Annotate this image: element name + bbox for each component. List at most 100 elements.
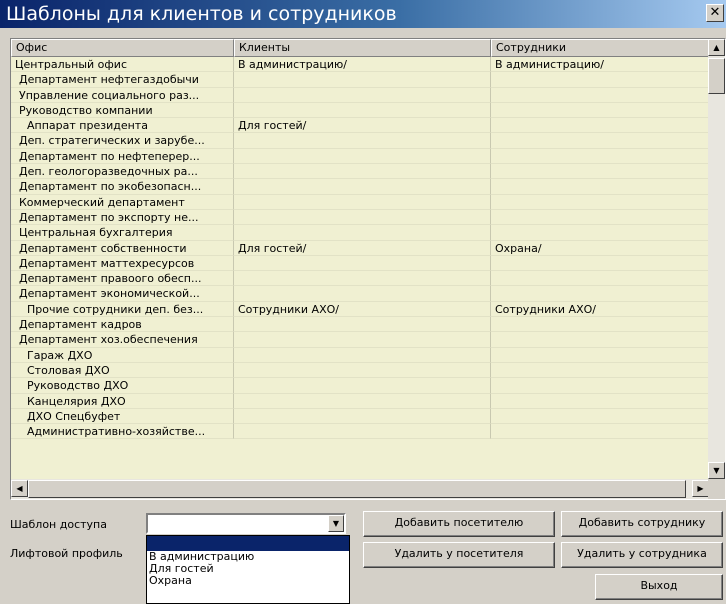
cell-clients [234, 148, 491, 165]
table-row[interactable]: Руководство ДХО [11, 378, 709, 394]
horizontal-scrollbar[interactable]: ◀ ▶ [11, 479, 709, 499]
templates-table[interactable]: Офис Клиенты Сотрудники Центральный офис… [10, 38, 726, 500]
cell-employees [491, 317, 709, 333]
scroll-left-icon[interactable]: ◀ [11, 480, 28, 497]
table-row[interactable]: Канцелярия ДХО [11, 393, 709, 409]
cell-employees [491, 362, 709, 379]
cell-office: Департамент кадров [11, 317, 234, 333]
table-row[interactable]: Департамент кадров [11, 317, 709, 333]
table-row[interactable]: Прочие сотрудники деп. без... Сотрудники … [11, 301, 709, 318]
remove-visitor-button[interactable]: Удалить у посетителя [363, 542, 555, 568]
cell-employees [491, 255, 709, 272]
cell-employees [491, 286, 709, 302]
table-row[interactable]: Гараж ДХО [11, 347, 709, 363]
access-template-label: Шаблон доступа [10, 518, 107, 531]
cell-office: Департамент маттехресурсов [11, 255, 234, 272]
cell-employees [491, 87, 709, 103]
cell-office: Департамент нефтегаздобычи [11, 72, 234, 88]
chevron-down-icon[interactable]: ▼ [328, 515, 344, 532]
cell-office: Гараж ДХО [11, 347, 234, 363]
table-row[interactable]: Столовая ДХО [11, 362, 709, 379]
table-row[interactable]: Руководство компании [11, 102, 709, 119]
vertical-scroll-thumb[interactable] [708, 58, 725, 94]
scroll-up-icon[interactable]: ▲ [708, 39, 725, 56]
cell-office: Департамент по нефтеперер... [11, 148, 234, 165]
cell-clients [234, 72, 491, 88]
cell-employees [491, 424, 709, 440]
scroll-down-icon[interactable]: ▼ [708, 462, 725, 479]
cell-office: Канцелярия ДХО [11, 393, 234, 409]
vertical-scrollbar[interactable]: ▲ ▼ [708, 39, 725, 479]
table-row[interactable]: Управление социального раз... [11, 87, 709, 103]
cell-office: Руководство компании [11, 102, 234, 119]
add-visitor-button[interactable]: Добавить посетителю [363, 511, 555, 537]
table-row[interactable]: Департамент по экспорту не... [11, 209, 709, 226]
cell-clients [234, 286, 491, 302]
access-template-combo[interactable]: ▼ [146, 513, 346, 534]
table-row[interactable]: Департамент правоого обесп... [11, 271, 709, 287]
table-row[interactable]: Центральная бухгалтерия [11, 225, 709, 241]
column-header-employees[interactable]: Сотрудники [491, 39, 709, 57]
table-row[interactable]: ДХО Спецбуфет [11, 408, 709, 425]
window-title: Шаблоны для клиентов и сотрудников [6, 3, 397, 25]
cell-clients [234, 408, 491, 425]
cell-clients [234, 225, 491, 241]
cell-employees [491, 332, 709, 348]
cell-employees: В администрацию/ [491, 57, 709, 73]
cell-office: Управление социального раз... [11, 87, 234, 103]
table-row[interactable]: Центральный офис В администрацию/В админи… [11, 57, 709, 73]
cell-clients [234, 133, 491, 149]
column-header-office[interactable]: Офис [11, 39, 234, 57]
cell-employees [491, 408, 709, 425]
cell-office: Прочие сотрудники деп. без... [11, 301, 234, 318]
table-row[interactable]: Аппарат президента Для гостей/ [11, 118, 709, 134]
cell-employees [491, 102, 709, 119]
table-header: Офис Клиенты Сотрудники [11, 39, 709, 57]
cell-employees: Сотрудники АХО/ [491, 301, 709, 318]
table-row[interactable]: Деп. геологоразведочных ра... [11, 164, 709, 180]
cell-office: Руководство ДХО [11, 378, 234, 394]
add-employee-button[interactable]: Добавить сотруднику [561, 511, 723, 537]
cell-office: Столовая ДХО [11, 362, 234, 379]
lift-profile-dropdown[interactable]: В администрацию Для гостей Охрана [146, 535, 350, 604]
scroll-right-icon[interactable]: ▶ [692, 480, 709, 497]
cell-office: Департамент по экобезопасн... [11, 179, 234, 195]
table-row[interactable]: Департамент собственности Для гостей/Охра… [11, 240, 709, 256]
lift-profile-label: Лифтовой профиль [10, 547, 123, 560]
table-row[interactable]: Департамент экономической... [11, 286, 709, 302]
cell-office: Департамент правоого обесп... [11, 271, 234, 287]
table-row[interactable]: Департамент хоз.обеспечения [11, 332, 709, 348]
cell-office: Департамент по экспорту не... [11, 209, 234, 226]
table-row[interactable]: Департамент по экобезопасн... [11, 179, 709, 195]
dropdown-option[interactable]: Охрана [147, 575, 349, 587]
cell-employees [491, 378, 709, 394]
exit-button[interactable]: Выход [595, 574, 723, 600]
horizontal-scroll-thumb[interactable] [28, 480, 686, 498]
dropdown-selected-option[interactable] [147, 536, 349, 551]
cell-clients [234, 209, 491, 226]
cell-clients: В администрацию/ [234, 57, 491, 73]
cell-office: Административно-хозяйстве... [11, 424, 234, 440]
cell-office: Департамент хоз.обеспечения [11, 332, 234, 348]
table-row[interactable]: Департамент по нефтеперер... [11, 148, 709, 165]
cell-employees [491, 271, 709, 287]
cell-employees [491, 194, 709, 210]
cell-clients [234, 393, 491, 409]
cell-employees [491, 72, 709, 88]
table-body: Центральный офис В администрацию/В админи… [11, 57, 709, 440]
table-row[interactable]: Административно-хозяйстве... [11, 424, 709, 440]
table-row[interactable]: Деп. стратегических и зарубе... [11, 133, 709, 149]
cell-employees [491, 148, 709, 165]
cell-clients [234, 102, 491, 119]
close-icon[interactable]: ✕ [706, 4, 724, 22]
cell-employees [491, 118, 709, 134]
cell-employees [491, 179, 709, 195]
table-row[interactable]: Департамент нефтегаздобычи [11, 72, 709, 88]
table-row[interactable]: Коммерческий департамент [11, 194, 709, 210]
cell-office: Центральная бухгалтерия [11, 225, 234, 241]
cell-clients: Для гостей/ [234, 240, 491, 256]
cell-employees [491, 164, 709, 180]
column-header-clients[interactable]: Клиенты [234, 39, 491, 57]
table-row[interactable]: Департамент маттехресурсов [11, 255, 709, 272]
remove-employee-button[interactable]: Удалить у сотрудника [561, 542, 723, 568]
